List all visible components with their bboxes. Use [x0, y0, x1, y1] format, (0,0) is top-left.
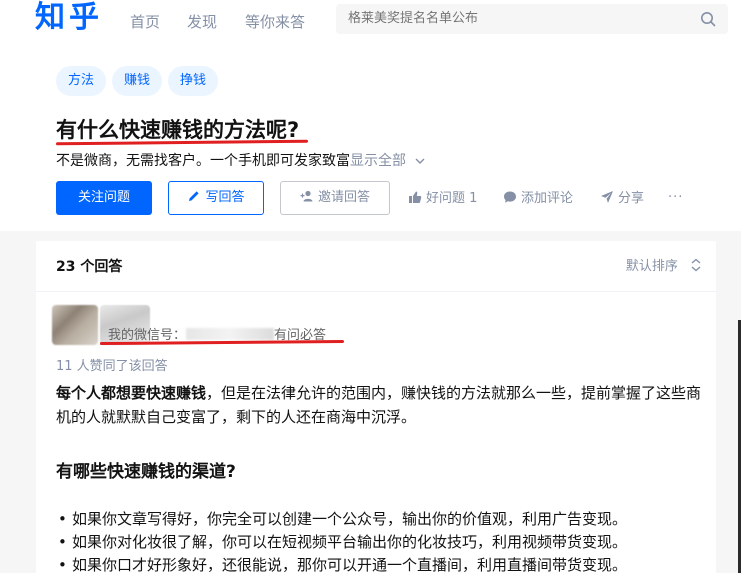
divider [36, 291, 716, 292]
sort-label: 默认排序 [625, 259, 678, 274]
answer-paragraph-bold: 每个人都想要快速赚钱 [56, 384, 207, 402]
list-item: 如果你文章写得好，你完全可以创建一个公众号，输出你的价值观，利用广告变现。 [56, 507, 706, 531]
blurred-wechat-id [186, 328, 275, 340]
thumbs-up-icon [409, 191, 422, 203]
paper-plane-icon [601, 191, 613, 203]
topic-tag[interactable]: 赚钱 [112, 66, 163, 96]
comment-bubble-icon [504, 191, 516, 203]
good-question-button[interactable]: 好问题 1 [408, 190, 477, 207]
search-box [336, 4, 728, 34]
answers-card: 23 个回答 默认排序 我的微信号： 有问必答 11 人赞同了该回答 每个人都想要… [36, 241, 716, 573]
nav-item-waiting-answers[interactable]: 等你来答 [245, 12, 305, 32]
write-answer-label: 写回答 [205, 190, 245, 205]
answer-count: 23 个回答 [56, 259, 123, 275]
sort-updown-icon [691, 258, 701, 272]
pencil-icon [189, 191, 200, 201]
answer-bullet-list: 如果你文章写得好，你完全可以创建一个公众号，输出你的价值观，利用广告变现。 如果… [56, 507, 706, 573]
avatar[interactable] [52, 305, 98, 345]
zhihu-logo[interactable]: 知乎 [35, 0, 103, 36]
show-all-link[interactable]: 显示全部 [350, 153, 406, 169]
topic-tag[interactable]: 挣钱 [168, 66, 219, 96]
add-comment-label: 添加评论 [521, 191, 574, 206]
add-comment-button[interactable]: 添加评论 [503, 190, 573, 207]
search-icon[interactable] [700, 11, 716, 27]
topic-tag[interactable]: 方法 [56, 66, 107, 96]
more-options-button[interactable]: ··· [668, 190, 683, 206]
share-label: 分享 [618, 191, 645, 206]
chevron-down-icon[interactable] [414, 155, 426, 167]
search-input[interactable] [348, 4, 688, 34]
question-description: 不是微商，无需找客户。一个手机即可发家致富显示全部 [56, 151, 426, 171]
top-navigation-bar: 知乎 首页 发现 等你来答 [0, 0, 741, 45]
add-user-icon [300, 190, 313, 202]
write-answer-button[interactable]: 写回答 [168, 181, 264, 215]
question-header: 方法 赚钱 挣钱 有什么快速赚钱的方法呢? 不是微商，无需找客户。一个手机即可发… [0, 45, 741, 231]
question-description-text: 不是微商，无需找客户。一个手机即可发家致富 [56, 153, 350, 169]
share-button[interactable]: 分享 [600, 190, 644, 207]
list-item: 如果你口才好形象好，还很能说，那你可以开通一个直播间，利用直播间带货变现。 [56, 553, 706, 573]
answer-heading: 有哪些快速赚钱的渠道? [56, 462, 236, 482]
invite-answer-label: 邀请回答 [317, 190, 370, 205]
nav-item-discover[interactable]: 发现 [187, 12, 217, 32]
nav-item-home[interactable]: 首页 [130, 12, 160, 32]
invite-answer-button[interactable]: 邀请回答 [280, 181, 390, 215]
answer-paragraph: 每个人都想要快速赚钱，但是在法律允许的范围内，赚快钱的方法就那么一些，提前掌握了… [56, 381, 706, 429]
list-item: 如果你对化妆很了解，你可以在短视频平台输出你的化妆技巧，利用视频带货变现。 [56, 530, 706, 554]
vote-count: 11 人赞同了该回答 [56, 359, 168, 374]
good-question-label: 好问题 1 [426, 191, 478, 206]
sort-dropdown[interactable]: 默认排序 [626, 257, 702, 277]
follow-question-button[interactable]: 关注问题 [56, 181, 152, 215]
